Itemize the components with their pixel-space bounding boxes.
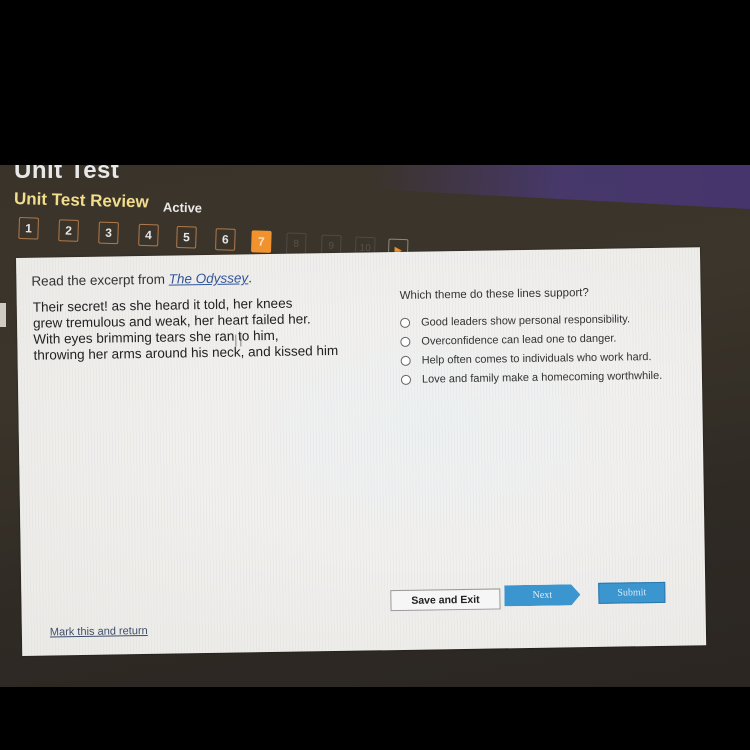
question-4-button[interactable]: 4 — [138, 223, 159, 247]
mark-and-return-link[interactable]: Mark this and return — [50, 625, 148, 639]
excerpt-passage: Their secret! as she heard it told, her … — [33, 295, 339, 364]
question-5-button[interactable]: 5 — [176, 225, 197, 249]
page-title: Unit Test — [14, 165, 120, 184]
option-label: Love and family make a homecoming worthw… — [421, 369, 663, 386]
save-and-exit-button[interactable]: Save and Exit — [390, 588, 501, 612]
question-prompt: Read the excerpt from The Odyssey. — [31, 270, 252, 288]
option-label: Help often comes to individuals who work… — [421, 350, 652, 367]
next-button[interactable]: Next — [504, 584, 580, 606]
question-card: Read the excerpt from The Odyssey. Their… — [16, 247, 707, 656]
radio-button[interactable] — [400, 355, 411, 366]
text-cursor-icon — [235, 334, 242, 347]
radio-button[interactable] — [399, 317, 411, 328]
answer-options: Good leaders show personal responsibilit… — [399, 309, 663, 389]
question-3-button[interactable]: 3 — [98, 221, 119, 245]
activity-subtitle: Unit Test Review — [13, 189, 149, 212]
status-label: Active — [162, 199, 203, 216]
question-8-button: 8 — [285, 232, 307, 256]
question-2-button[interactable]: 2 — [58, 219, 79, 242]
excerpt-line: throwing her arms around his neck, and k… — [33, 342, 339, 363]
prompt-text: Read the excerpt from — [31, 271, 169, 289]
option-label: Good leaders show personal responsibilit… — [420, 312, 631, 329]
source-title-link[interactable]: The Odyssey — [169, 270, 249, 286]
screen: Unit Test Unit Test Review Active 1 2 3 … — [0, 165, 750, 687]
submit-button[interactable]: Submit — [598, 581, 666, 604]
side-panel-handle[interactable] — [0, 303, 6, 327]
option-label: Overconfidence can lead one to danger. — [421, 332, 617, 348]
question-7-button-current[interactable]: 7 — [251, 230, 272, 253]
radio-button[interactable] — [400, 374, 412, 385]
answer-option-4[interactable]: Love and family make a homecoming worthw… — [400, 366, 663, 389]
question-stem: Which theme do these lines support? — [399, 287, 589, 302]
radio-button[interactable] — [400, 336, 411, 347]
question-6-button[interactable]: 6 — [215, 228, 236, 251]
prompt-period: . — [248, 270, 253, 286]
question-1-button[interactable]: 1 — [18, 217, 39, 240]
